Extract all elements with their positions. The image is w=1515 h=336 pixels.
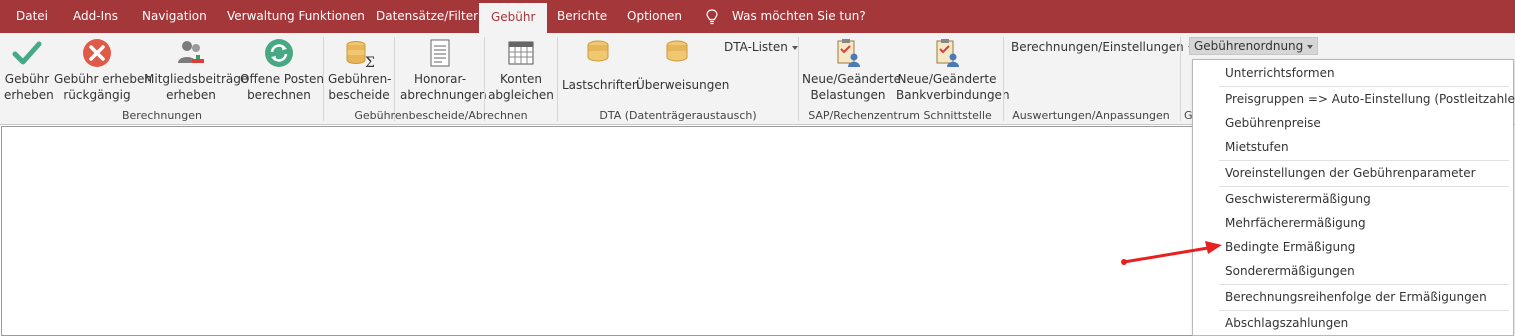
chevron-down-icon	[791, 45, 798, 50]
document-icon	[430, 39, 450, 67]
coins-icon	[587, 40, 609, 62]
group-label-dta: DTA (Datenträgeraustausch)	[599, 109, 757, 122]
btn-label-line: Lastschriften	[562, 78, 640, 92]
neue-bankverbindungen-button[interactable]: Neue/Geänderte Bankverbindungen	[896, 37, 1010, 103]
tell-me-search[interactable]: Was möchten Sie tun?	[732, 0, 866, 33]
menu-item-mehrfaecherermaessigung[interactable]: Mehrfächerermäßigung	[1225, 216, 1366, 230]
clipboard-user-icon	[936, 39, 959, 67]
konten-abgleichen-button[interactable]: Konten abgleichen	[488, 37, 554, 103]
checkmark-icon	[12, 41, 42, 65]
btn-label-line: Honorar-	[413, 72, 467, 86]
ueberweisungen-button[interactable]: Überweisungen	[636, 37, 730, 93]
btn-label-line: Überweisungen	[636, 78, 730, 92]
gebuehr-erheben-rueckgaengig-button[interactable]: Gebühr erheben rückgängig	[54, 37, 152, 103]
menu-separator	[1219, 86, 1509, 87]
menu-item-geschwisterermaessigung[interactable]: Geschwisterermäßigung	[1225, 192, 1371, 206]
clipboard-user-icon	[837, 39, 860, 67]
dropdown-label: Berechnungen/Einstellungen	[1011, 40, 1184, 54]
menu-item-mietstufen[interactable]: Mietstufen	[1225, 140, 1289, 154]
tab-navigation[interactable]: Navigation	[142, 0, 207, 33]
menu-separator	[1219, 284, 1509, 285]
menu-item-sonderermaessigungen[interactable]: Sonderermäßigungen	[1225, 264, 1355, 278]
tab-optionen[interactable]: Optionen	[627, 0, 682, 33]
group-separator	[1003, 37, 1004, 121]
menu-item-abschlagszahlungen[interactable]: Abschlagszahlungen	[1225, 316, 1348, 330]
gebuehrenbescheide-button[interactable]: Σ Gebühren- bescheide	[328, 37, 392, 103]
gebuehr-erheben-button[interactable]: Gebühr erheben	[4, 37, 54, 103]
refresh-icon	[265, 39, 293, 67]
honorarabrechnungen-button[interactable]: Honorar- abrechnungen	[400, 37, 487, 103]
menu-item-bedingte-ermaessigung[interactable]: Bedingte Ermäßigung	[1225, 240, 1355, 254]
lastschriften-button[interactable]: Lastschriften	[562, 37, 640, 93]
btn-label-line: Gebühr erheben	[54, 72, 152, 86]
group-separator	[323, 37, 324, 121]
lightbulb-icon	[706, 9, 718, 25]
menu-separator	[1219, 160, 1509, 161]
btn-label-line: Gebühren-	[328, 72, 392, 86]
gebuehrenordnung-dropdown[interactable]: Gebührenordnung	[1189, 37, 1319, 55]
menu-item-berechnungsreihenfolge[interactable]: Berechnungsreihenfolge der Ermäßigungen	[1225, 290, 1487, 304]
calendar-icon	[508, 41, 534, 65]
offene-posten-berechnen-button[interactable]: Offene Posten berechnen	[240, 37, 324, 103]
group-separator	[798, 37, 799, 121]
btn-label-line: rückgängig	[63, 88, 131, 102]
btn-label-line: Belastungen	[810, 88, 886, 102]
btn-label-line: abrechnungen	[400, 88, 487, 102]
tab-verwaltung-funktionen[interactable]: Verwaltung Funktionen	[227, 0, 365, 33]
tab-berichte[interactable]: Berichte	[557, 0, 607, 33]
btn-label-line: bescheide	[328, 88, 390, 102]
menu-item-voreinstellungen[interactable]: Voreinstellungen der Gebührenparameter	[1225, 166, 1476, 180]
mitgliedsbeitraege-erheben-button[interactable]: Mitgliedsbeiträge erheben	[144, 37, 249, 103]
btn-label-line: Bankverbindungen	[896, 88, 1010, 102]
btn-label-line: erheben	[4, 88, 54, 102]
coins-icon	[666, 40, 688, 62]
btn-label-line: berechnen	[247, 88, 311, 102]
neue-belastungen-button[interactable]: Neue/Geänderte Belastungen	[802, 37, 902, 103]
tab-add-ins[interactable]: Add-Ins	[73, 0, 118, 33]
ribbon-tab-bar: Datei Add-Ins Navigation Verwaltung Funk…	[0, 0, 1515, 33]
dropdown-label: Gebührenordnung	[1194, 39, 1304, 53]
menu-item-unterrichtsformen[interactable]: Unterrichtsformen	[1225, 66, 1335, 80]
btn-label-line: Neue/Geänderte	[897, 72, 997, 86]
tab-gebuehr[interactable]: Gebühr	[479, 3, 548, 33]
tab-datei[interactable]: Datei	[16, 0, 48, 33]
menu-item-preisgruppen[interactable]: Preisgruppen => Auto-Einstellung (Postle…	[1225, 92, 1515, 106]
users-remove-icon	[178, 41, 204, 63]
menu-item-gebuehrenpreise[interactable]: Gebührenpreise	[1225, 116, 1321, 130]
btn-label-line: Mitgliedsbeiträge	[144, 72, 249, 86]
tab-datensaetze-filter[interactable]: Datensätze/Filter	[376, 0, 478, 33]
cancel-icon	[83, 39, 111, 67]
menu-separator	[1219, 186, 1509, 187]
btn-label-line: Offene Posten	[240, 72, 324, 86]
btn-label-line: Konten	[500, 72, 542, 86]
group-label-sap: SAP/Rechenzentrum Schnittstelle	[808, 109, 992, 122]
chevron-down-icon	[1307, 44, 1314, 49]
berechnungen-einstellungen-dropdown[interactable]: Berechnungen/Einstellungen	[1011, 40, 1194, 54]
btn-label-line: abgleichen	[488, 88, 554, 102]
svg-text:Σ: Σ	[365, 55, 375, 69]
dropdown-label: DTA-Listen	[724, 40, 788, 54]
group-separator	[557, 37, 558, 121]
group-label-auswertungen: Auswertungen/Anpassungen	[1012, 109, 1170, 122]
btn-label-line: Neue/Geänderte	[802, 72, 902, 86]
group-label-berechnungen: Berechnungen	[121, 109, 203, 122]
dta-listen-dropdown[interactable]: DTA-Listen	[724, 40, 798, 54]
menu-separator	[1219, 310, 1509, 311]
group-label-gebuehrenbescheide: Gebührenbescheide/Abrechnen	[354, 109, 528, 122]
gebuehrenordnung-menu: Unterrichtsformen Preisgruppen => Auto-E…	[1192, 59, 1515, 336]
btn-label-line: Gebühr	[4, 72, 50, 86]
btn-label-line: erheben	[166, 88, 216, 102]
group-separator	[1180, 37, 1181, 121]
coins-sum-icon: Σ	[346, 41, 375, 69]
